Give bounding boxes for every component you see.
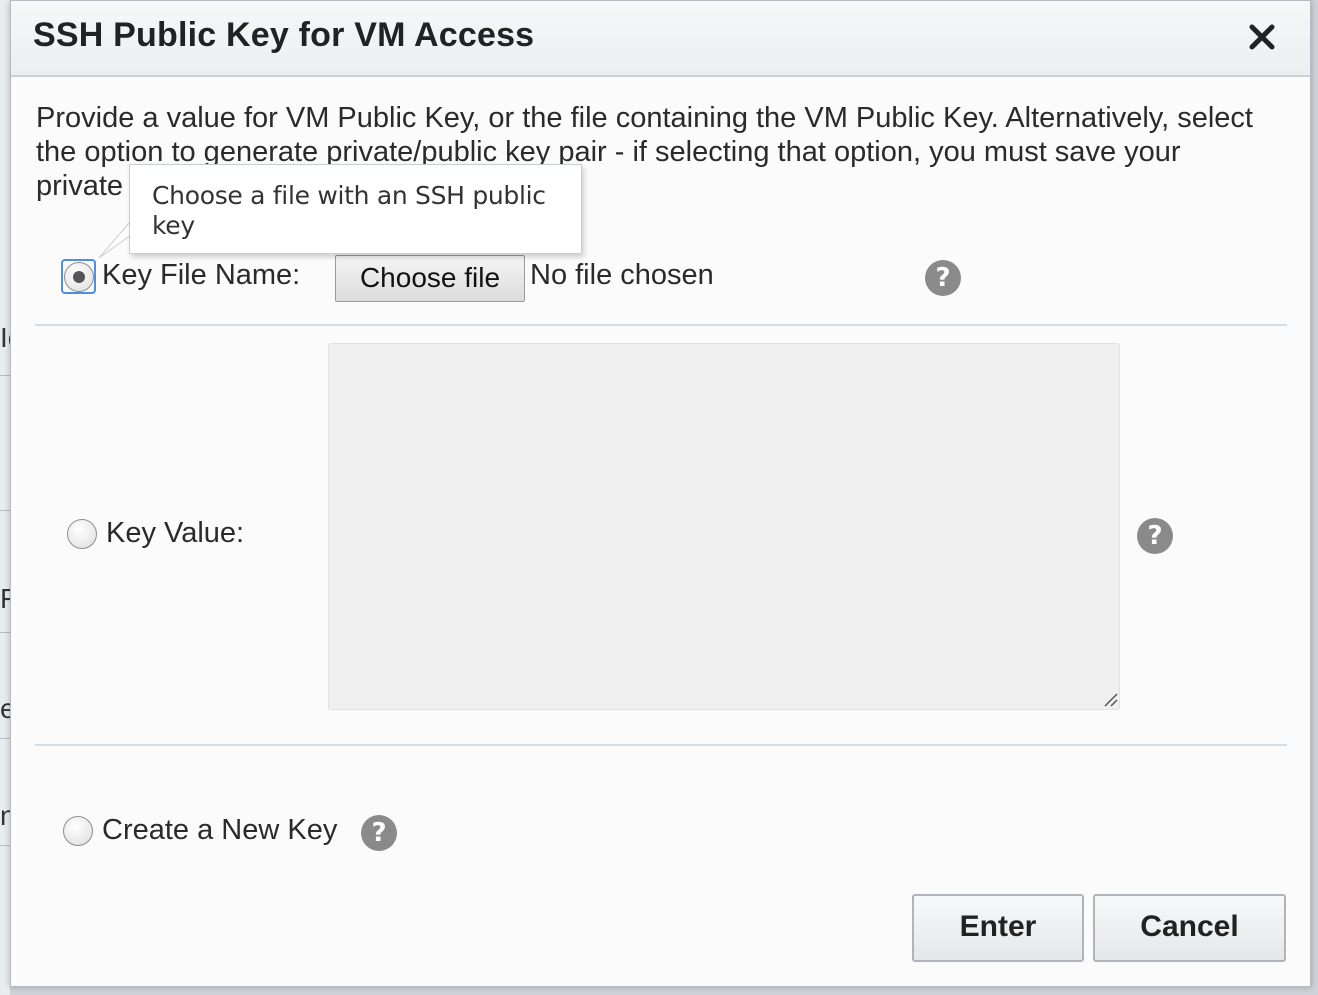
- cancel-button[interactable]: Cancel: [1093, 894, 1286, 962]
- close-icon: [1249, 24, 1275, 50]
- dialog-titlebar: SSH Public Key for VM Access: [11, 1, 1310, 77]
- key-file-label: Key File Name:: [102, 259, 301, 291]
- section-divider: [35, 324, 1287, 326]
- background-divider: [0, 738, 10, 739]
- background-text-fragment: F: [0, 583, 10, 614]
- enter-button[interactable]: Enter: [912, 894, 1084, 962]
- background-text-fragment: n: [0, 800, 10, 831]
- resize-grip-icon[interactable]: [1102, 691, 1118, 707]
- ssh-key-dialog: SSH Public Key for VM Access Provide a v…: [10, 0, 1311, 987]
- help-icon[interactable]: ?: [925, 260, 961, 296]
- background-divider: [0, 845, 10, 846]
- create-new-key-label: Create a New Key: [102, 814, 338, 846]
- background-divider: [0, 510, 10, 511]
- background-divider: [0, 632, 10, 633]
- dialog-title: SSH Public Key for VM Access: [33, 16, 535, 54]
- key-value-textarea[interactable]: [328, 343, 1120, 710]
- background-text-fragment: e: [0, 693, 10, 724]
- background-divider: [0, 375, 10, 376]
- radio-create-new-key[interactable]: [63, 816, 93, 846]
- background-text-fragment: Ic: [0, 322, 10, 353]
- help-icon[interactable]: ?: [361, 815, 397, 851]
- close-button[interactable]: [1244, 19, 1280, 55]
- key-value-label: Key Value:: [106, 517, 245, 549]
- section-divider: [35, 744, 1287, 746]
- tooltip: Choose a file with an SSH public key: [129, 164, 582, 254]
- file-status-text: No file chosen: [530, 259, 714, 291]
- radio-key-value[interactable]: [67, 519, 97, 549]
- choose-file-button[interactable]: Choose file: [335, 255, 525, 302]
- help-icon[interactable]: ?: [1137, 518, 1173, 554]
- radio-key-file[interactable]: [64, 262, 94, 292]
